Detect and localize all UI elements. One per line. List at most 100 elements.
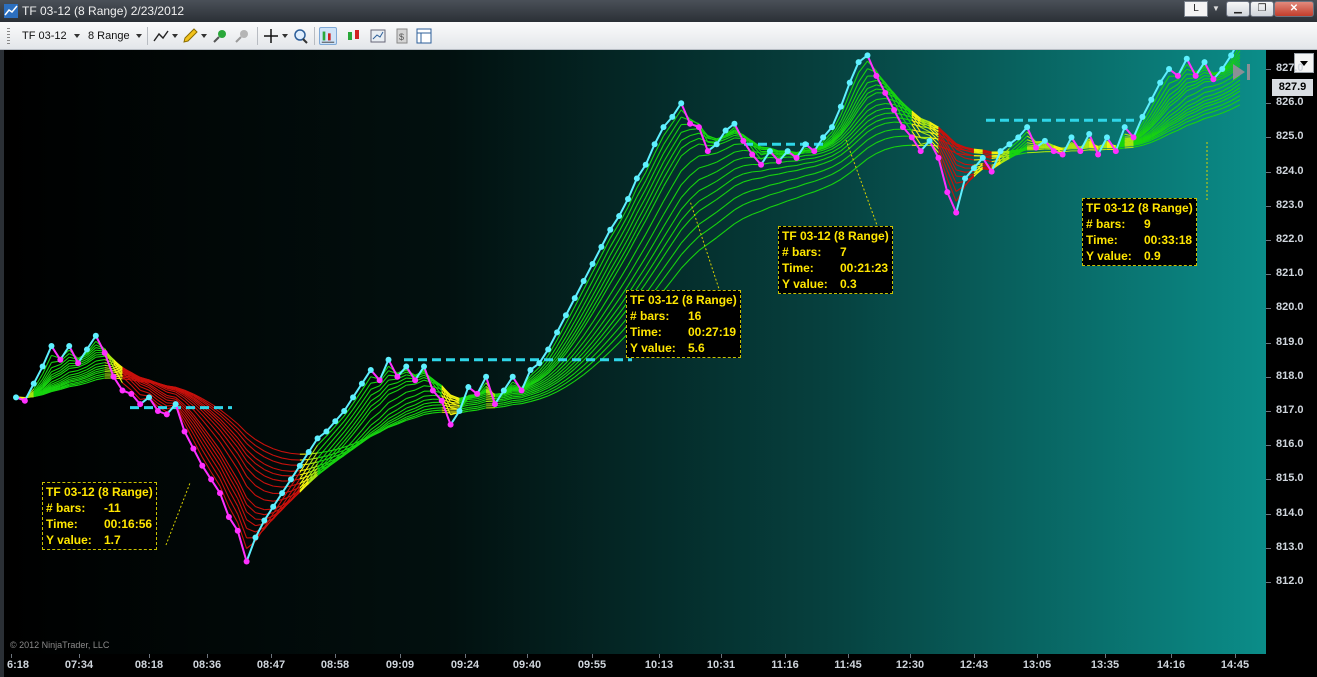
toolbar-grip[interactable] (7, 28, 10, 44)
price-point[interactable] (287, 476, 294, 483)
price-point[interactable] (1166, 66, 1173, 72)
price-point[interactable] (899, 124, 906, 131)
price-point[interactable] (580, 278, 587, 285)
price-point[interactable] (163, 411, 170, 418)
price-point[interactable] (394, 373, 401, 380)
price-point[interactable] (953, 209, 960, 216)
measure-callout[interactable]: TF 03-12 (8 Range) # bars: 9 Time: 00:33:18 Y… (1082, 198, 1197, 266)
price-point[interactable] (190, 445, 197, 452)
period-selector[interactable]: 8 Range (88, 30, 130, 42)
price-point[interactable] (270, 503, 277, 510)
price-point[interactable] (944, 189, 951, 196)
price-point[interactable] (243, 558, 250, 565)
price-point[interactable] (1201, 59, 1208, 66)
price-point[interactable] (1006, 141, 1013, 148)
price-point[interactable] (110, 373, 117, 380)
measure-callout[interactable]: TF 03-12 (8 Range) # bars: -11 Time: 00:16:5… (42, 482, 157, 550)
price-point[interactable] (837, 103, 844, 110)
price-point[interactable] (766, 148, 773, 155)
price-point[interactable] (536, 360, 543, 367)
price-point[interactable] (1095, 151, 1102, 158)
price-point[interactable] (554, 329, 561, 336)
price-point[interactable] (1041, 137, 1048, 144)
price-point[interactable] (1112, 148, 1119, 155)
price-point[interactable] (562, 312, 569, 319)
price-point[interactable] (358, 380, 365, 387)
price-point[interactable] (367, 366, 374, 373)
price-point[interactable] (1050, 148, 1057, 155)
price-point[interactable] (296, 462, 303, 469)
search-icon[interactable] (291, 27, 309, 45)
price-point[interactable] (456, 408, 463, 414)
chevron-down-icon[interactable] (136, 34, 142, 38)
price-point[interactable] (642, 161, 649, 168)
price-point[interactable] (607, 226, 614, 233)
price-point[interactable] (802, 141, 809, 148)
price-point[interactable] (625, 195, 631, 202)
price-point[interactable] (1059, 151, 1066, 158)
price-point[interactable] (509, 373, 516, 380)
price-point[interactable] (917, 148, 924, 155)
price-point[interactable] (864, 52, 871, 59)
price-point[interactable] (261, 517, 268, 524)
price-point[interactable] (412, 377, 419, 384)
chevron-down-icon[interactable] (282, 34, 288, 38)
price-point[interactable] (793, 154, 800, 161)
price-point[interactable] (48, 343, 55, 350)
crosshair-icon[interactable] (262, 27, 280, 45)
price-point[interactable] (421, 363, 427, 370)
price-point[interactable] (1086, 130, 1093, 137)
price-point[interactable] (172, 401, 179, 408)
price-point[interactable] (1077, 148, 1084, 155)
price-point[interactable] (92, 332, 99, 339)
measure-callout[interactable]: TF 03-12 (8 Range) # bars: 16 Time: 00:27:19… (626, 290, 741, 358)
price-point[interactable] (447, 421, 454, 428)
chart-properties-icon[interactable] (369, 27, 387, 45)
price-point[interactable] (403, 363, 410, 370)
price-axis[interactable]: 827.9 827.0 826.0 825.0 824.0 823.0 822.0 821.… (1266, 50, 1317, 654)
scroll-to-end-icon[interactable] (1229, 62, 1255, 82)
price-point[interactable] (713, 141, 720, 148)
panel-icon[interactable] (415, 27, 433, 45)
close-button[interactable]: ✕ (1274, 1, 1314, 17)
price-point[interactable] (385, 356, 392, 363)
measure-callout[interactable]: TF 03-12 (8 Range) # bars: 7 Time: 00:21:23 Y… (778, 226, 893, 294)
language-indicator[interactable]: L (1184, 1, 1208, 17)
zoom-out-icon[interactable] (233, 27, 251, 45)
price-point[interactable] (341, 408, 348, 414)
price-point[interactable] (820, 134, 827, 141)
price-point[interactable] (332, 418, 339, 425)
price-point[interactable] (749, 151, 756, 158)
price-point[interactable] (1219, 66, 1226, 72)
price-point[interactable] (1174, 72, 1181, 79)
price-point[interactable] (128, 390, 135, 397)
price-point[interactable] (252, 534, 259, 541)
zoom-in-icon[interactable] (211, 27, 229, 45)
price-point[interactable] (660, 124, 667, 131)
price-point[interactable] (1068, 134, 1075, 141)
price-point[interactable] (154, 408, 161, 414)
price-point[interactable] (465, 384, 472, 391)
chevron-down-icon[interactable]: ▼ (1212, 4, 1220, 13)
price-point[interactable] (234, 527, 241, 534)
price-point[interactable] (775, 158, 782, 165)
pencil-icon[interactable] (181, 27, 199, 45)
maximize-button[interactable]: ❐ (1250, 1, 1274, 17)
price-point[interactable] (279, 490, 286, 497)
price-point[interactable] (811, 148, 818, 155)
price-point[interactable] (13, 394, 19, 401)
price-point[interactable] (908, 134, 915, 141)
price-point[interactable] (891, 107, 898, 114)
price-point[interactable] (57, 356, 64, 363)
price-point[interactable] (855, 59, 862, 66)
price-point[interactable] (571, 295, 578, 302)
data-box-icon[interactable]: $ (393, 27, 411, 45)
price-point[interactable] (873, 72, 880, 79)
chevron-down-icon[interactable] (74, 34, 80, 38)
price-point[interactable] (225, 514, 232, 521)
price-point[interactable] (598, 243, 605, 250)
price-point[interactable] (846, 79, 853, 86)
price-point[interactable] (146, 394, 153, 401)
price-point[interactable] (1157, 79, 1164, 86)
price-point[interactable] (616, 213, 623, 220)
